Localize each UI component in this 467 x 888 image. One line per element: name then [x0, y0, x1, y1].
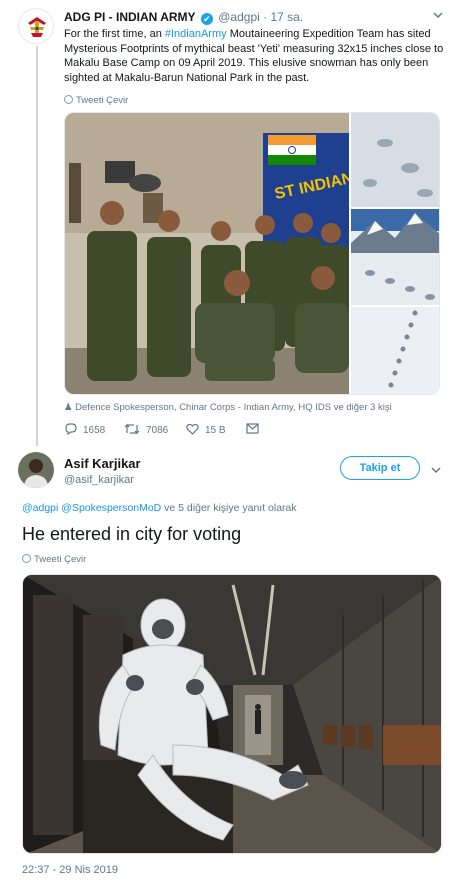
separator: ·: [263, 10, 268, 24]
chevron-down-icon[interactable]: [430, 465, 442, 475]
reply-icon: [65, 423, 77, 436]
tweet-text-before: For the first time, an: [64, 28, 165, 40]
tagged-people[interactable]: ♟ Defence Spokesperson, Chinar Corps - I…: [64, 402, 392, 413]
thread-line: [36, 46, 38, 446]
reply-text: He entered in city for voting: [22, 524, 242, 544]
message-icon: [246, 423, 259, 434]
mention-adgpi[interactable]: @adgpi: [22, 502, 58, 514]
follow-button[interactable]: Takip et: [340, 456, 420, 480]
replying-to: @adgpi @SpokespersonMoD ve 5 diğer kişiy…: [22, 502, 297, 514]
translate-label: Tweeti Çevir: [34, 554, 87, 565]
hashtag-link[interactable]: #IndianArmy: [165, 28, 227, 40]
retweet-count: 7086: [146, 425, 169, 436]
translate-button[interactable]: Tweeti Çevir: [64, 95, 128, 106]
chevron-down-icon[interactable]: [432, 10, 444, 20]
globe-icon: [64, 95, 73, 104]
tweet-timestamp[interactable]: 22:37 - 29 Nis 2019: [22, 864, 118, 876]
parent-tweet[interactable]: ADG PI - INDIAN ARMY ✔ @adgpi · 17 sa. F…: [0, 0, 467, 448]
verified-icon: ✔: [200, 13, 213, 25]
retweet-button[interactable]: 7086: [124, 423, 168, 436]
reply-author-handle[interactable]: @asif_karjikar: [64, 474, 134, 486]
replying-suffix: ve 5 diğer kişiye yanıt olarak: [161, 502, 297, 514]
tweet-actions: 1658 7086 15 B: [64, 423, 314, 437]
tagged-people-label: Defence Spokesperson, Chinar Corps - Ind…: [75, 402, 392, 413]
retweet-icon: [124, 423, 140, 435]
reply-count: 1658: [83, 425, 106, 436]
direct-message-button[interactable]: [246, 423, 265, 435]
globe-icon: [22, 554, 31, 563]
reply-button[interactable]: 1658: [64, 423, 105, 436]
tweet-media-photo-grid[interactable]: ST INDIAN: [64, 112, 440, 395]
tweet-time[interactable]: 17 sa.: [270, 10, 303, 24]
army-emblem-icon[interactable]: [18, 8, 54, 44]
like-count: 15 B: [205, 425, 226, 436]
like-button[interactable]: 15 B: [186, 423, 226, 436]
reply-author-name[interactable]: Asif Karjikar: [64, 456, 141, 471]
person-tag-icon: ♟: [64, 402, 76, 413]
yeti-costume-photo: [23, 575, 441, 853]
author-handle[interactable]: @adgpi: [218, 10, 260, 24]
like-icon: [186, 423, 199, 435]
translate-button[interactable]: Tweeti Çevir: [22, 554, 86, 565]
tweet-text: For the first time, an #IndianArmy Mouta…: [64, 27, 446, 85]
expedition-team-photo: ST INDIAN: [65, 113, 439, 394]
parent-tweet-header: ADG PI - INDIAN ARMY ✔ @adgpi · 17 sa.: [64, 10, 303, 25]
author-name[interactable]: ADG PI - INDIAN ARMY: [64, 10, 196, 24]
tweet-media-photo[interactable]: [22, 574, 442, 854]
mention-spokesperson[interactable]: @SpokespersonMoD: [61, 502, 161, 514]
translate-label: Tweeti Çevir: [76, 95, 129, 106]
avatar[interactable]: [18, 452, 54, 488]
